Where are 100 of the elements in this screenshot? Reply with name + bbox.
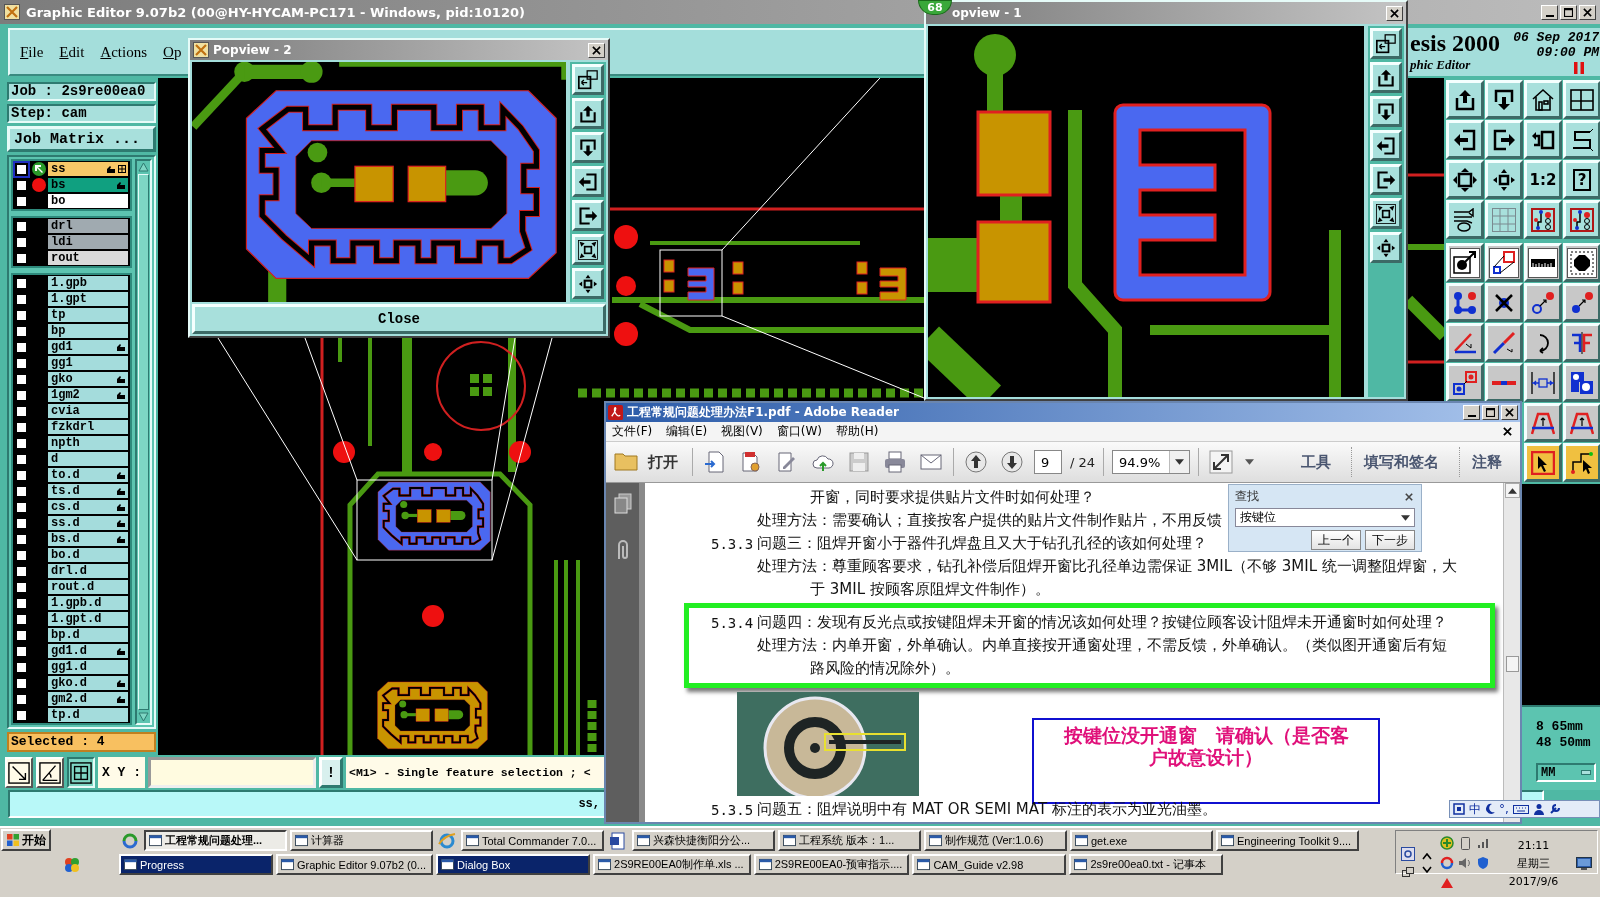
layer-name[interactable]: ss.d [48,516,128,530]
tool-button[interactable] [1563,120,1600,159]
tool-button[interactable] [1485,160,1523,199]
layer-name[interactable]: bp.d [48,628,128,642]
input-mode-text[interactable]: 中 [1469,800,1481,818]
layer-checkbox[interactable] [15,194,28,208]
layer-checkbox[interactable] [15,452,28,466]
layer-checkbox[interactable] [15,516,28,530]
view-button[interactable] [1370,198,1402,229]
taskbar-button[interactable]: 工程常规问题处理... [144,830,287,851]
menu-item[interactable]: Actions [100,43,148,61]
layer-name[interactable]: ts.d [48,484,128,498]
layer-checkbox[interactable] [15,676,28,690]
alert-button[interactable]: ! [319,757,343,788]
pane-button[interactable]: 工具 [1289,447,1343,477]
layer-checkbox[interactable] [15,420,28,434]
layer-name[interactable]: bs [48,178,128,192]
find-close-button[interactable] [1403,490,1415,503]
close-button[interactable] [1501,405,1518,420]
view-button[interactable] [1370,164,1402,195]
xy-input-field[interactable] [148,757,316,788]
pane-button[interactable]: 注释 [1459,447,1514,477]
layer-name[interactable]: 1.gpb.d [48,596,128,610]
layer-name[interactable]: gg1.d [48,660,128,674]
menu-item[interactable]: 编辑(E) [666,423,708,440]
layer-name[interactable]: gko.d [48,676,128,690]
taskbar-button[interactable]: 计算器 [290,830,433,851]
layer-checkbox[interactable] [15,484,28,498]
menu-item[interactable]: 帮助(H) [836,423,879,440]
tool-button[interactable] [1563,323,1600,362]
tool-button[interactable] [1524,120,1562,159]
layer-name[interactable]: bs.d [48,532,128,546]
view-button[interactable] [572,166,604,197]
tool-button[interactable] [1524,200,1562,239]
pages-button[interactable] [611,491,634,516]
layer-checkbox[interactable] [15,548,28,562]
layer-name[interactable]: ldi [48,235,128,249]
menu-item[interactable]: Edit [59,43,85,61]
tool-button[interactable] [1524,403,1562,442]
taskbar-button[interactable]: 2S9RE00EA0制作单.xls ... [593,854,751,875]
layer-checkbox[interactable] [15,660,28,674]
menu-item[interactable]: 视图(V) [721,423,763,440]
layer-checkbox[interactable] [15,692,28,706]
layer-checkbox[interactable] [15,708,28,722]
scrollbar[interactable] [135,159,152,725]
tool-button[interactable] [1563,200,1600,239]
zoom-dropdown-button[interactable] [1169,451,1190,473]
tool-button[interactable] [1485,243,1523,282]
layer-checkbox[interactable] [15,404,28,418]
tool-button[interactable] [1563,243,1600,282]
layer-name[interactable]: 1.gpb [48,276,128,290]
layer-name[interactable]: bp [48,324,128,338]
layer-name[interactable]: rout.d [48,580,128,594]
view-button[interactable] [572,268,604,299]
full-screen-button[interactable] [1207,448,1236,476]
taskbar-button[interactable]: 2S9RE00EA0-预审指示.... [753,854,910,875]
taskbar-button[interactable]: Total Commander 7.0... [461,830,604,851]
layer-name[interactable]: 1gm2 [48,388,128,402]
taskbar-button[interactable]: get.exe [1070,830,1213,851]
ratio-button[interactable]: 1:2 [1524,160,1562,199]
help-button[interactable]: ? [1563,160,1600,199]
view-button[interactable] [572,132,604,163]
layer-checkbox[interactable] [15,324,28,338]
tool-button[interactable] [1446,243,1484,282]
layer-checkbox[interactable] [15,308,28,322]
tool-button[interactable] [1446,200,1484,239]
units-dropdown[interactable]: MM [1536,763,1596,782]
view-button[interactable] [1370,130,1402,161]
close-button[interactable]: Close [192,304,606,334]
layer-checkbox[interactable] [15,292,28,306]
taskbar-button[interactable]: 兴森快捷衡阳分公... [632,830,775,851]
view-toggle-button[interactable] [67,757,95,788]
layer-checkbox[interactable] [15,596,28,610]
layer-checkbox[interactable] [15,251,28,265]
layer-checkbox[interactable] [15,468,28,482]
layer-name[interactable]: drl.d [48,564,128,578]
tool-button[interactable] [1524,443,1562,482]
view-button[interactable] [1370,28,1402,59]
layer-name[interactable]: bo [48,194,128,208]
find-field[interactable]: 按键位 [1235,508,1415,527]
tool-button[interactable] [1446,80,1484,119]
layer-name[interactable]: d [48,452,128,466]
layer-checkbox[interactable] [15,356,28,370]
taskbar-button[interactable]: 工程系统 版本：1... [778,830,921,851]
punctuation-mode-text[interactable]: °, [1499,802,1509,816]
maximize-button[interactable] [1560,4,1577,20]
layer-name[interactable]: gd1 [48,340,128,354]
tool-button[interactable] [1524,363,1562,402]
layer-name[interactable]: tp [48,308,128,322]
layer-checkbox[interactable] [15,372,28,386]
view-button[interactable] [572,234,604,265]
layer-name[interactable]: cvia [48,404,128,418]
layer-name[interactable]: gg1 [48,356,128,370]
previous-page-button[interactable] [962,448,990,476]
close-button[interactable] [1579,4,1596,20]
layer-checkbox[interactable] [15,564,28,578]
page-number-field[interactable]: 9 [1034,450,1062,474]
tool-button[interactable] [1485,283,1523,322]
tool-button[interactable] [1485,120,1523,159]
layer-checkbox[interactable] [15,162,28,176]
